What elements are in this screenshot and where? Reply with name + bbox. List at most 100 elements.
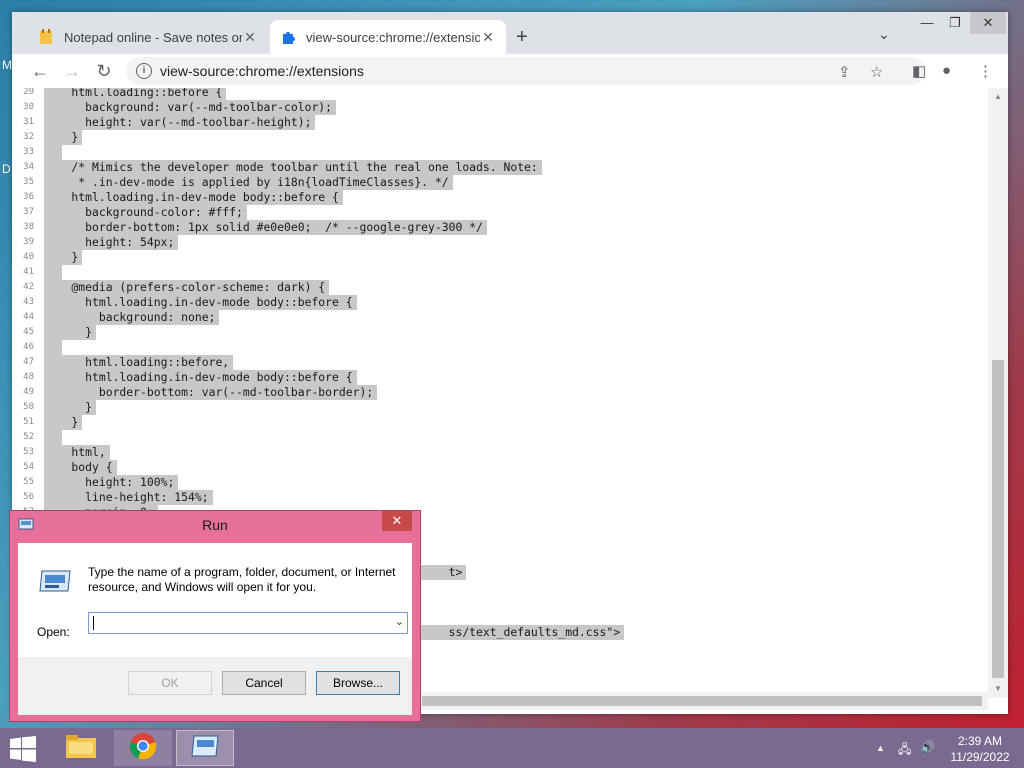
tab-strip: Notepad online - Save notes onl ✕ view-s… [12, 12, 1008, 54]
scrollbar-thumb[interactable] [422, 696, 982, 706]
address-bar[interactable]: i view-source:chrome://extensions ⇪ ☆ [126, 57, 926, 85]
menu-icon[interactable]: ⋮ [978, 62, 993, 80]
desktop-icon-label[interactable]: M [2, 58, 12, 72]
side-panel-icon[interactable]: ◧ [912, 62, 926, 80]
source-line: 53 html, [12, 445, 110, 460]
tab-title: Notepad online - Save notes onl [64, 29, 242, 45]
taskbar-run[interactable] [176, 730, 234, 766]
tab-title: view-source:chrome://extensions [306, 29, 480, 45]
tab-notepad[interactable]: Notepad online - Save notes onl ✕ [28, 20, 268, 54]
source-line: 45 } [12, 325, 97, 340]
notepad-icon [38, 29, 54, 45]
line-number: 39 [23, 237, 34, 247]
info-icon[interactable]: i [136, 63, 152, 79]
minimize-button[interactable]: — [912, 12, 942, 34]
reload-icon[interactable]: ↻ [94, 61, 114, 81]
toolbar: ← → ↻ i view-source:chrome://extensions … [12, 54, 1008, 88]
tab-search-icon[interactable]: ⌄ [878, 26, 890, 43]
open-label: Open: [37, 625, 70, 639]
scroll-down-icon[interactable]: ▼ [992, 684, 1004, 693]
taskbar-chrome[interactable] [114, 730, 172, 766]
line-number: 50 [23, 402, 34, 412]
line-code: height: 54px; [44, 235, 179, 250]
line-number: 31 [23, 117, 34, 127]
volume-icon[interactable]: 🔊 [920, 740, 935, 754]
chrome-icon [129, 732, 157, 765]
line-number: 53 [23, 447, 34, 457]
text-caret [93, 616, 94, 630]
line-number: 34 [23, 162, 34, 172]
line-code: html.loading::before { [44, 88, 227, 100]
source-line: 54 body { [12, 460, 117, 475]
bookmark-star-icon[interactable]: ☆ [870, 63, 883, 81]
tab-view-source[interactable]: view-source:chrome://extensions ✕ [270, 20, 506, 54]
line-number: 47 [23, 357, 34, 367]
forward-icon[interactable]: → [62, 61, 82, 81]
source-line: 51 } [12, 415, 83, 430]
line-number: 42 [23, 282, 34, 292]
browse-button[interactable]: Browse... [316, 671, 400, 695]
new-tab-button[interactable]: + [516, 26, 528, 49]
profile-avatar-icon[interactable]: ● [942, 62, 951, 79]
line-number: 35 [23, 177, 34, 187]
back-icon[interactable]: ← [30, 61, 50, 81]
scrollbar-thumb[interactable] [992, 360, 1004, 678]
puzzle-icon [280, 29, 296, 45]
line-code: html.loading.in-dev-mode body::before { [44, 295, 357, 310]
system-clock[interactable]: 2:39 AM 11/29/2022 [944, 733, 1016, 765]
line-number: 45 [23, 327, 34, 337]
line-number: 49 [23, 387, 34, 397]
ok-button[interactable]: OK [128, 671, 212, 695]
maximize-button[interactable]: ❐ [940, 12, 970, 34]
close-tab-icon[interactable]: ✕ [242, 29, 258, 46]
source-line: 29 html.loading::before { [12, 88, 227, 100]
line-code: border-bottom: var(--md-toolbar-border); [44, 385, 378, 400]
line-code: } [44, 250, 83, 265]
line-number: 29 [23, 88, 34, 97]
line-number: 32 [23, 132, 34, 142]
source-line: 42 @media (prefers-color-scheme: dark) { [12, 280, 330, 295]
line-code [44, 145, 62, 160]
source-line: 46 [12, 340, 62, 355]
windows-start-icon[interactable] [8, 736, 40, 762]
source-line: 48 html.loading.in-dev-mode body::before… [12, 370, 357, 385]
share-icon[interactable]: ⇪ [838, 63, 851, 81]
chevron-down-icon[interactable]: ⌄ [395, 615, 404, 628]
source-line: 33 [12, 145, 62, 160]
scroll-up-icon[interactable]: ▲ [992, 92, 1004, 101]
source-line: 55 height: 100%; [12, 475, 179, 490]
line-code: } [44, 400, 97, 415]
network-icon[interactable]: 🖧 [898, 740, 911, 761]
line-number: 30 [23, 102, 34, 112]
dialog-title: Run [202, 517, 228, 533]
clock-time: 2:39 AM [957, 734, 1003, 748]
source-line: 36 html.loading.in-dev-mode body::before… [12, 190, 343, 205]
close-tab-icon[interactable]: ✕ [480, 29, 496, 46]
taskbar-file-explorer[interactable] [52, 730, 110, 766]
source-line: 35 * .in-dev-mode is applied by i18n{loa… [12, 175, 453, 190]
line-code: height: var(--md-toolbar-height); [44, 115, 316, 130]
desktop-icon-label[interactable]: D [2, 162, 11, 176]
vertical-scrollbar[interactable]: ▲ ▼ [988, 88, 1008, 698]
line-code: line-height: 154%; [44, 490, 213, 505]
close-window-button[interactable]: ✕ [970, 12, 1006, 34]
line-number: 36 [23, 192, 34, 202]
line-code: } [44, 130, 83, 145]
clock-date: 11/29/2022 [950, 750, 1010, 764]
line-code: border-bottom: 1px solid #e0e0e0; /* --g… [44, 220, 487, 235]
line-number: 51 [23, 417, 34, 427]
run-dialog: Run ✕ Type the name of a program, folder… [9, 510, 421, 722]
line-code: html.loading.in-dev-mode body::before { [44, 370, 357, 385]
line-code: * .in-dev-mode is applied by i18n{loadTi… [44, 175, 453, 190]
show-hidden-icons-icon[interactable]: ▲ [876, 743, 885, 753]
cancel-button[interactable]: Cancel [222, 671, 306, 695]
run-icon [38, 569, 72, 593]
line-number: 38 [23, 222, 34, 232]
source-line: 38 border-bottom: 1px solid #e0e0e0; /* … [12, 220, 487, 235]
folder-icon [65, 732, 97, 765]
line-number: 56 [23, 492, 34, 502]
open-input[interactable]: ⌄ [88, 612, 408, 634]
line-code: height: 100%; [44, 475, 179, 490]
close-dialog-button[interactable]: ✕ [382, 511, 412, 531]
taskbar: ▲ 🖧 🔊 2:39 AM 11/29/2022 [0, 728, 1024, 768]
